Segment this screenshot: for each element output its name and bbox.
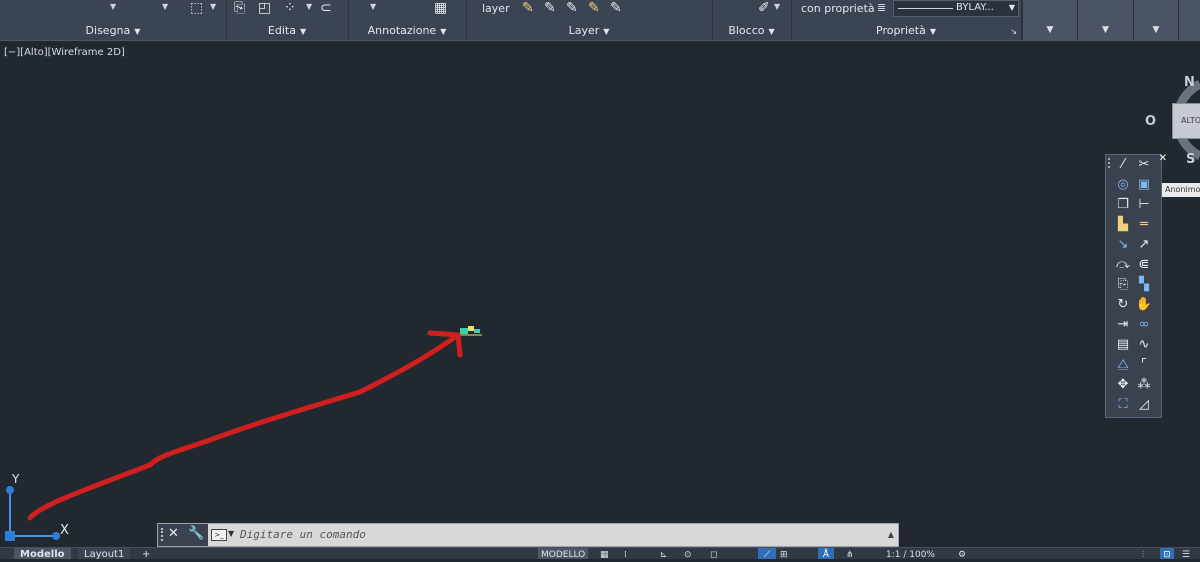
polar-icon[interactable]: ⊙ bbox=[684, 548, 692, 560]
osnap-icon[interactable]: ◻ bbox=[710, 548, 717, 560]
chevron-up-icon[interactable]: ▲ bbox=[888, 530, 894, 539]
grid-icon[interactable]: ▦ bbox=[600, 548, 609, 560]
command-prompt-icon[interactable]: >_ bbox=[211, 529, 227, 541]
model-space-toggle[interactable]: MODELLO bbox=[538, 548, 589, 560]
scale-readout[interactable]: 1:1 / 100% bbox=[886, 548, 935, 560]
tab-model[interactable]: Modello bbox=[14, 548, 71, 560]
wrench-icon[interactable]: 🔧 bbox=[188, 526, 204, 541]
isolate-icon[interactable]: ⊡ bbox=[1160, 548, 1174, 560]
ucs-icon[interactable]: Y X bbox=[0, 470, 80, 545]
command-input[interactable] bbox=[240, 525, 860, 543]
snap-icon[interactable]: ⁞ bbox=[624, 548, 627, 560]
ortho-icon[interactable]: ⊾ bbox=[660, 548, 668, 560]
isodraft-icon[interactable]: ⟋ bbox=[758, 548, 776, 560]
customize-icon[interactable]: ⫶ bbox=[1142, 548, 1144, 560]
status-bar: Modello Layout1 + MODELLO ▦ ⁞ ⊾ ⊙ ◻ ⟋ ⊞ … bbox=[0, 547, 1200, 560]
gear-icon[interactable]: ⚙ bbox=[958, 548, 966, 560]
menu-icon[interactable]: ☰ bbox=[1182, 548, 1190, 560]
add-layout-button[interactable]: + bbox=[136, 548, 156, 560]
ucs-y-label: Y bbox=[11, 472, 20, 486]
dynucs-icon[interactable]: ⊞ bbox=[780, 548, 788, 560]
annotation-arrow bbox=[27, 330, 463, 521]
tab-layout1[interactable]: Layout1 bbox=[78, 548, 131, 560]
ucs-x-label: X bbox=[60, 523, 69, 538]
annotation-visibility-icon[interactable]: Å bbox=[818, 548, 834, 560]
command-line-controls: ✕ 🔧 bbox=[158, 524, 208, 546]
annotation-scale-icon[interactable]: ⋔ bbox=[846, 548, 854, 560]
command-line-grip[interactable] bbox=[161, 528, 167, 541]
close-icon[interactable]: ✕ bbox=[168, 526, 179, 541]
command-line: ✕ 🔧 >_ ▼ ▲ bbox=[157, 523, 899, 547]
chevron-down-icon[interactable]: ▼ bbox=[228, 529, 234, 538]
